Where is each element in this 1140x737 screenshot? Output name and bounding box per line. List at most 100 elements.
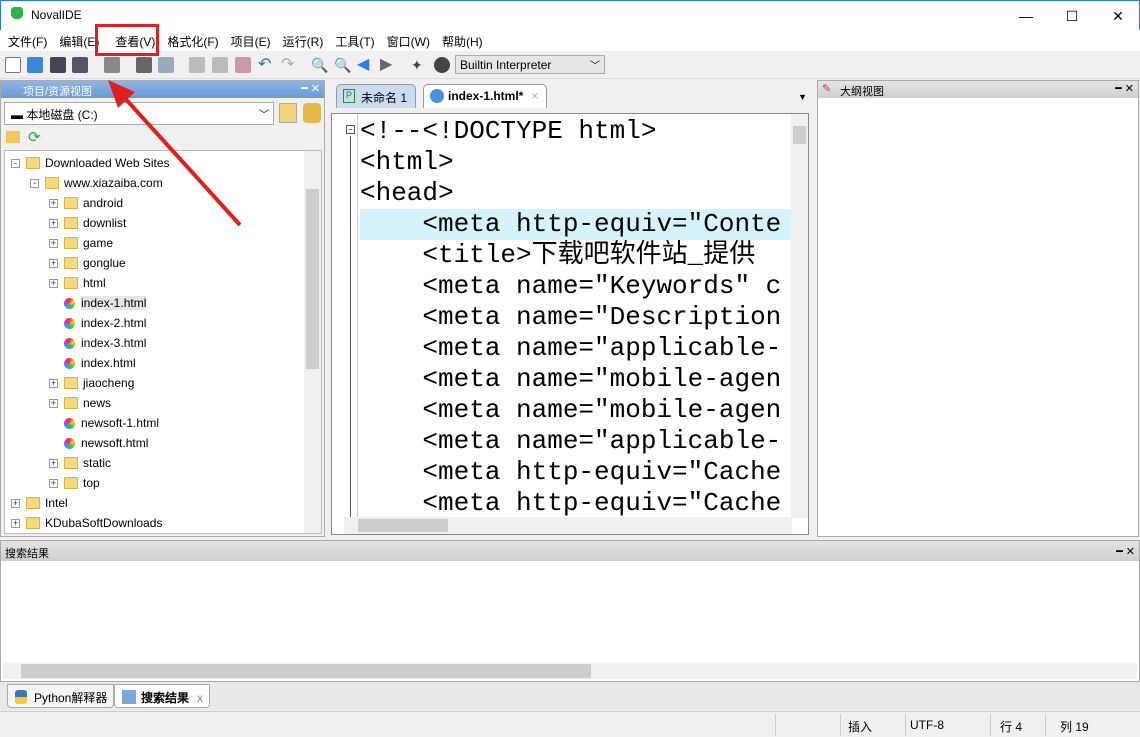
tab-list-dropdown[interactable]: ▼ xyxy=(798,92,807,102)
panel-close-button[interactable]: ━ ✕ xyxy=(301,82,320,95)
tab-search-results[interactable]: 搜索结果 x xyxy=(114,684,211,708)
tab-close-icon[interactable]: x xyxy=(197,691,203,705)
folder-icon xyxy=(64,397,78,409)
tree-item[interactable]: newsoft-1.html xyxy=(64,413,159,433)
database-button[interactable] xyxy=(303,103,321,123)
print-preview-icon[interactable] xyxy=(158,57,174,73)
cut-icon[interactable] xyxy=(189,57,205,73)
html-file-icon xyxy=(64,357,75,369)
interpreter-select[interactable]: Builtin Interpreter ﹀ xyxy=(455,55,605,74)
tree-item-label: www.xiazaiba.com xyxy=(64,176,163,190)
tree-item-label: static xyxy=(83,456,112,470)
tree-item-label: html xyxy=(83,276,106,290)
menu-help[interactable]: 帮助(H) xyxy=(436,30,489,51)
panel-close-button[interactable]: ━ ✕ xyxy=(1115,82,1134,95)
tree-scrollbar[interactable] xyxy=(304,151,321,533)
expand-toggle[interactable]: + xyxy=(11,498,20,508)
debug-icon[interactable] xyxy=(434,57,450,73)
zoom-in-icon[interactable]: 🔍 xyxy=(311,57,328,73)
python-icon xyxy=(15,690,27,704)
editor-area: P 未命名 1 index-1.html* × ▼ − <!--<!DOCTYPE … xyxy=(328,80,813,537)
menu-run[interactable]: 运行(R) xyxy=(277,30,330,51)
fold-toggle[interactable]: − xyxy=(346,125,355,134)
tab-index-1-html[interactable]: index-1.html* × xyxy=(423,84,548,108)
folder-up-button[interactable] xyxy=(279,103,297,123)
copy-icon[interactable] xyxy=(212,57,228,73)
menu-project[interactable]: 项目(E) xyxy=(225,30,277,51)
menu-file[interactable]: 文件(F) xyxy=(2,30,53,51)
expand-toggle[interactable]: + xyxy=(11,518,20,528)
tab-close-icon[interactable]: × xyxy=(531,89,538,103)
save-icon[interactable] xyxy=(50,57,66,73)
expand-toggle[interactable]: + xyxy=(49,198,58,208)
redo-icon[interactable]: ↷ xyxy=(281,57,297,73)
expand-toggle[interactable]: + xyxy=(49,238,58,248)
tree-item[interactable]: + KDubaSoftDownloads xyxy=(11,513,162,533)
minimize-button[interactable]: — xyxy=(1003,1,1049,31)
folder-icon xyxy=(64,237,78,249)
tab-untitled[interactable]: P 未命名 1 xyxy=(336,84,417,108)
paste-icon[interactable] xyxy=(235,57,251,73)
print-icon[interactable] xyxy=(104,57,120,73)
expand-toggle[interactable]: + xyxy=(49,278,58,288)
undo-icon[interactable]: ↶ xyxy=(258,57,274,73)
tree-item[interactable]: - Downloaded Web Sites xyxy=(11,153,170,173)
panel-close-button[interactable]: ━ ✕ xyxy=(1116,545,1135,558)
tree-item[interactable]: + static xyxy=(49,453,111,473)
tree-item[interactable]: + jiaocheng xyxy=(49,373,134,393)
tree-item[interactable]: newsoft.html xyxy=(64,433,148,453)
expand-toggle[interactable]: - xyxy=(11,158,20,168)
tree-item[interactable]: index.html xyxy=(64,353,136,373)
tree-item[interactable]: index-3.html xyxy=(64,333,146,353)
file-tree: - Downloaded Web Sites - www.xiazaiba.com + a… xyxy=(4,150,322,534)
code-line: <head> xyxy=(360,178,454,208)
find-icon[interactable] xyxy=(136,57,152,73)
folder-icon xyxy=(64,217,78,229)
editor-hscrollbar[interactable] xyxy=(344,517,792,534)
expand-toggle[interactable]: + xyxy=(49,478,58,488)
forward-icon[interactable]: ▶ xyxy=(380,57,396,73)
tree-item[interactable]: + downlist xyxy=(49,213,126,233)
tree-item[interactable]: - www.xiazaiba.com xyxy=(30,173,163,193)
code-editor[interactable]: − <!--<!DOCTYPE html> <html> <head> <meta … xyxy=(331,113,809,535)
html-file-icon xyxy=(64,297,75,309)
tree-item[interactable]: + html xyxy=(49,273,106,293)
new-file-icon[interactable] xyxy=(5,57,21,73)
open-icon[interactable] xyxy=(27,57,43,73)
html-file-icon xyxy=(430,89,444,103)
zoom-out-icon[interactable]: 🔍 xyxy=(334,57,351,73)
back-icon[interactable]: ◀ xyxy=(357,57,373,73)
tree-item[interactable]: + top xyxy=(49,473,100,493)
tree-item[interactable]: index-2.html xyxy=(64,313,146,333)
close-button[interactable]: ✕ xyxy=(1095,1,1140,31)
menu-tools[interactable]: 工具(T) xyxy=(329,30,380,51)
expand-toggle[interactable]: + xyxy=(49,218,58,228)
tree-item[interactable]: + android xyxy=(49,193,123,213)
tree-item[interactable]: + gonglue xyxy=(49,253,126,273)
code-line: <meta name="mobile-agen xyxy=(360,364,782,394)
html-file-icon xyxy=(64,417,75,429)
tree-item[interactable]: + Intel xyxy=(11,493,68,513)
tree-item[interactable]: + news xyxy=(49,393,111,413)
refresh-icon[interactable]: ⟳ xyxy=(28,128,41,146)
maximize-button[interactable]: ☐ xyxy=(1049,1,1095,31)
open-folder-icon[interactable] xyxy=(6,131,20,143)
tree-item[interactable]: + game xyxy=(49,233,113,253)
drive-select[interactable]: ▬ 本地磁盘 (C:) ﹀ xyxy=(4,102,274,125)
tree-item-label: index-3.html xyxy=(81,336,147,350)
folder-icon xyxy=(64,457,78,469)
menu-format[interactable]: 格式化(F) xyxy=(161,30,224,51)
expand-toggle[interactable]: + xyxy=(49,458,58,468)
status-mode: 插入 xyxy=(848,720,873,734)
expand-toggle[interactable]: + xyxy=(49,378,58,388)
run-icon[interactable]: ✦ xyxy=(411,57,427,73)
editor-vscrollbar[interactable] xyxy=(791,114,808,518)
expand-toggle[interactable]: + xyxy=(49,398,58,408)
expand-toggle[interactable]: + xyxy=(49,258,58,268)
save-all-icon[interactable] xyxy=(72,57,88,73)
tab-python-interpreter[interactable]: Python解释器 xyxy=(7,684,115,708)
expand-toggle[interactable]: - xyxy=(30,178,39,188)
search-hscrollbar[interactable] xyxy=(3,663,1137,679)
menu-window[interactable]: 窗口(W) xyxy=(381,30,436,51)
tree-item[interactable]: index-1.html xyxy=(64,293,147,313)
